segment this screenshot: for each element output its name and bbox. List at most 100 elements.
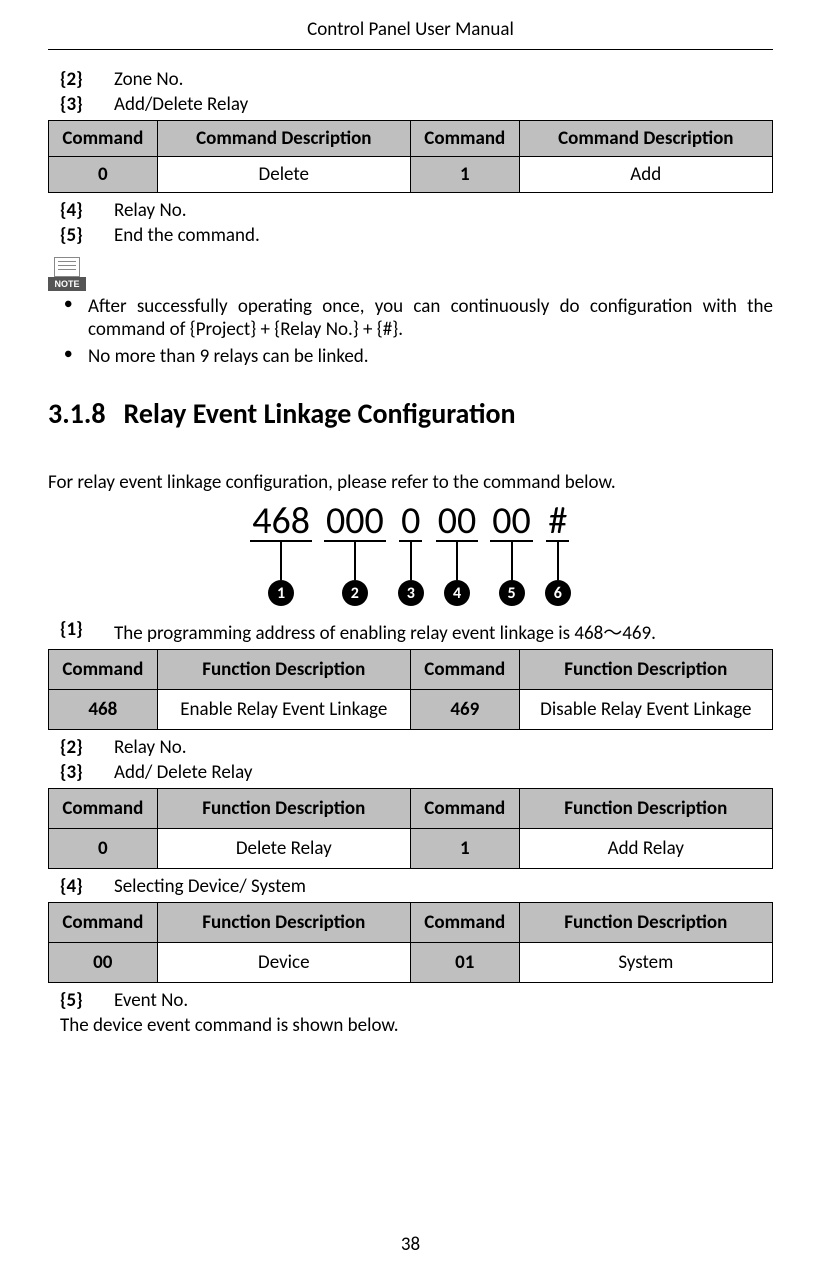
cell-cmd: 0 <box>49 829 158 869</box>
th-description: Function Description <box>157 789 410 829</box>
diagram-segment: 0 3 <box>398 502 424 606</box>
def-key: {1} <box>60 618 96 645</box>
th-command: Command <box>410 903 519 943</box>
th-description: Function Description <box>157 903 410 943</box>
definition-list-mid: {4} Relay No. {5} End the command. <box>60 199 773 247</box>
tail-paragraph: The device event command is shown below. <box>60 1014 773 1037</box>
segment-label: 6 <box>545 580 571 606</box>
th-description: Function Description <box>519 789 772 829</box>
segment-label: 2 <box>342 580 368 606</box>
def-item: {2} Relay No. <box>60 736 773 759</box>
segment-text: 00 <box>490 502 533 542</box>
def-text: Event No. <box>114 989 188 1012</box>
note-item: After successfully operating once, you c… <box>60 295 773 341</box>
def-key: {5} <box>60 224 96 247</box>
diagram-segment: 00 4 <box>436 502 479 606</box>
note-item: No more than 9 relays can be linked. <box>60 345 773 368</box>
section-number: 3.1.8 <box>48 396 106 431</box>
table-row: 0 Delete 1 Add <box>49 157 773 193</box>
segment-label: 5 <box>499 580 525 606</box>
segment-label: 1 <box>268 580 294 606</box>
diagram-segment: 00 5 <box>490 502 533 606</box>
def-text: Add/Delete Relay <box>114 93 248 116</box>
th-command: Command <box>49 903 158 943</box>
definition-list-23: {2} Relay No. {3} Add/ Delete Relay <box>60 736 773 784</box>
def-item: {5} End the command. <box>60 224 773 247</box>
def-item: {3} Add/ Delete Relay <box>60 761 773 784</box>
def-text: End the command. <box>114 224 260 247</box>
def-key: {3} <box>60 93 96 116</box>
table-row: 0 Delete Relay 1 Add Relay <box>49 829 773 869</box>
segment-text: # <box>546 502 569 542</box>
diagram-segment: 468 1 <box>250 502 312 606</box>
th-command: Command <box>49 789 158 829</box>
table-row: 468 Enable Relay Event Linkage 469 Disab… <box>49 690 773 730</box>
cell-desc: Disable Relay Event Linkage <box>519 690 772 730</box>
th-description: Function Description <box>157 650 410 690</box>
notes-list: After successfully operating once, you c… <box>60 295 773 368</box>
table-add-delete-relay: Command Function Description Command Fun… <box>48 788 773 869</box>
table-add-delete: Command Command Description Command Comm… <box>48 120 773 193</box>
page-header: Control Panel User Manual <box>48 0 773 50</box>
def-item: {3} Add/Delete Relay <box>60 93 773 116</box>
definition-list-5: {5} Event No. The device event command i… <box>60 989 773 1037</box>
cell-cmd: 1 <box>410 157 519 193</box>
segment-text: 000 <box>324 502 386 542</box>
segment-text: 468 <box>250 502 312 542</box>
section-title: Relay Event Linkage Configuration <box>124 396 516 431</box>
cell-cmd: 00 <box>49 943 158 983</box>
def-key: {2} <box>60 68 96 91</box>
cell-desc: Delete <box>157 157 410 193</box>
segment-label: 3 <box>398 580 424 606</box>
def-key: {3} <box>60 761 96 784</box>
table-relay-event: Command Function Description Command Fun… <box>48 649 773 730</box>
def-item: {4} Selecting Device/ System <box>60 875 773 898</box>
cell-desc: Enable Relay Event Linkage <box>157 690 410 730</box>
tail-text: The device event command is shown below. <box>60 1014 399 1037</box>
segment-label: 4 <box>444 580 470 606</box>
diagram-segment: 000 2 <box>324 502 386 606</box>
def-text: Selecting Device/ System <box>114 875 306 898</box>
cell-cmd: 469 <box>410 690 519 730</box>
def-text: Add/ Delete Relay <box>114 761 253 784</box>
th-command: Command <box>49 121 158 157</box>
th-description: Function Description <box>519 650 772 690</box>
th-command: Command <box>410 789 519 829</box>
segment-text: 0 <box>399 502 422 542</box>
def-key: {4} <box>60 199 96 222</box>
note-icon-label: NOTE <box>48 277 86 291</box>
th-description: Command Description <box>519 121 772 157</box>
cell-desc: System <box>519 943 772 983</box>
def-item: {5} Event No. <box>60 989 773 1012</box>
def-text: Relay No. <box>114 736 187 759</box>
th-command: Command <box>410 121 519 157</box>
def-key: {4} <box>60 875 96 898</box>
segment-text: 00 <box>436 502 479 542</box>
cell-cmd: 01 <box>410 943 519 983</box>
diagram-segment: # 6 <box>545 502 571 606</box>
note-icon: NOTE <box>48 257 86 291</box>
def-item: {4} Relay No. <box>60 199 773 222</box>
cell-cmd: 468 <box>49 690 158 730</box>
th-command: Command <box>49 650 158 690</box>
th-description: Function Description <box>519 903 772 943</box>
definition-list-4: {4} Selecting Device/ System <box>60 875 773 898</box>
page-number: 38 <box>0 1233 821 1256</box>
def-item: {2} Zone No. <box>60 68 773 91</box>
def-key: {5} <box>60 989 96 1012</box>
table-device-system: Command Function Description Command Fun… <box>48 902 773 983</box>
cell-desc: Add <box>519 157 772 193</box>
th-description: Command Description <box>157 121 410 157</box>
def-text: Relay No. <box>114 199 187 222</box>
def-text: The programming address of enabling rela… <box>114 618 656 645</box>
cell-desc: Device <box>157 943 410 983</box>
table-row: 00 Device 01 System <box>49 943 773 983</box>
cell-desc: Delete Relay <box>157 829 410 869</box>
definition-list-top: {2} Zone No. {3} Add/Delete Relay <box>60 68 773 116</box>
def-key: {2} <box>60 736 96 759</box>
section-heading: 3.1.8 Relay Event Linkage Configuration <box>48 396 773 431</box>
def-item: {1} The programming address of enabling … <box>60 618 773 645</box>
th-command: Command <box>410 650 519 690</box>
cell-cmd: 0 <box>49 157 158 193</box>
def-text: Zone No. <box>114 68 183 91</box>
